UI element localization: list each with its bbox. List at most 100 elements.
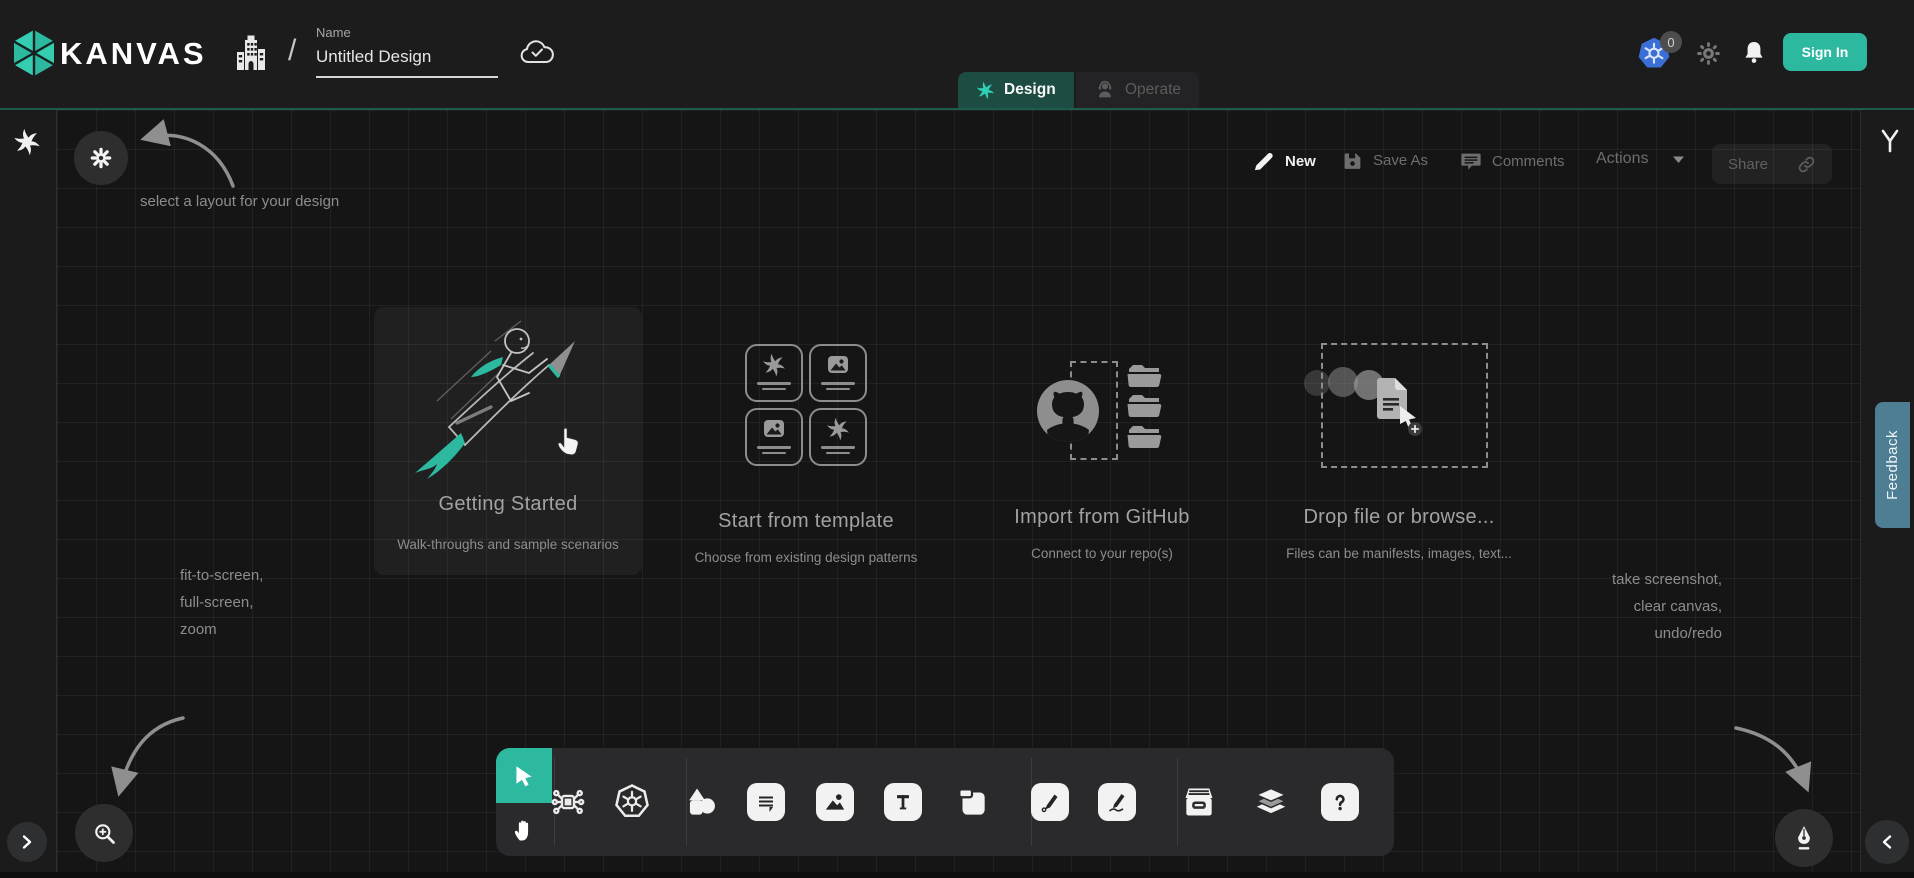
pencil-draw-icon xyxy=(1105,790,1129,814)
canvas-actions-button[interactable] xyxy=(1775,809,1833,867)
shapes-tool[interactable] xyxy=(682,783,720,821)
zoom-in-magnifier-icon xyxy=(91,820,118,847)
kanvas-logo-icon xyxy=(12,29,56,77)
layout-hint-arrow xyxy=(133,114,245,194)
layers-tool[interactable] xyxy=(1252,783,1290,821)
zoom-hint-text: fit-to-screen, full-screen, zoom xyxy=(180,562,263,643)
zoom-hint-arrow xyxy=(95,708,205,808)
template-grid-illustration xyxy=(745,344,867,466)
comment-bubble-icon xyxy=(754,790,778,814)
text-line xyxy=(762,452,786,455)
spiral-icon xyxy=(762,353,786,377)
text-tool[interactable] xyxy=(884,783,922,821)
diagram-nodes-icon xyxy=(549,782,587,822)
canvas-bottom-edge xyxy=(0,872,1914,878)
image-icon xyxy=(761,417,787,441)
actions-dropdown[interactable]: Actions xyxy=(1596,150,1685,168)
card-getting-started[interactable]: Getting Started Walk-throughs and sample… xyxy=(374,307,642,575)
expand-sidebar-button[interactable] xyxy=(7,822,47,862)
layout-asterisk-icon xyxy=(88,145,114,171)
comments-button[interactable]: Comments xyxy=(1460,150,1565,172)
card-drop-file[interactable]: Drop file or browse... Files can be mani… xyxy=(1265,332,1533,564)
notifications-bell-icon[interactable] xyxy=(1742,40,1766,66)
image-tool[interactable] xyxy=(816,783,854,821)
pencil-tool[interactable] xyxy=(1098,783,1136,821)
question-mark-icon xyxy=(1328,790,1352,814)
spiral-menu-icon[interactable] xyxy=(13,128,41,156)
yaml-branch-icon[interactable] xyxy=(1878,128,1902,154)
app-header: KANVAS / Name Untitled Design Design xyxy=(0,0,1914,108)
template-tile xyxy=(809,408,867,466)
chevron-left-icon xyxy=(1879,834,1895,850)
diagram-tool[interactable] xyxy=(549,783,587,821)
select-tool[interactable] xyxy=(496,748,552,803)
text-line xyxy=(821,382,855,385)
text-t-icon xyxy=(892,791,914,813)
cloud-saved-icon xyxy=(520,39,554,66)
hand-pan-icon xyxy=(510,816,538,844)
template-tile xyxy=(809,344,867,402)
save-as-button[interactable]: Save As xyxy=(1342,150,1428,171)
repo-folders-icon xyxy=(1126,363,1164,453)
layout-selector-button[interactable] xyxy=(74,131,128,185)
collapse-panel-button[interactable] xyxy=(1865,820,1909,864)
card-subtitle: Connect to your repo(s) xyxy=(968,546,1236,561)
pen-tool[interactable] xyxy=(1031,783,1069,821)
design-name-field: Name Untitled Design xyxy=(316,25,498,78)
tab-operate-label: Operate xyxy=(1125,81,1181,99)
text-line xyxy=(826,452,850,455)
save-as-label: Save As xyxy=(1373,152,1428,169)
design-name-input[interactable]: Untitled Design xyxy=(316,47,498,78)
kubernetes-wheel-icon xyxy=(613,781,651,823)
zoom-controls-button[interactable] xyxy=(75,804,133,862)
card-subtitle: Choose from existing design patterns xyxy=(672,550,940,565)
new-button[interactable]: New xyxy=(1252,150,1316,173)
text-line xyxy=(821,446,855,449)
hand-cursor-icon xyxy=(552,419,586,457)
status-badge: 0 xyxy=(1660,31,1682,53)
chevron-right-icon xyxy=(19,834,35,850)
sign-in-button[interactable]: Sign In xyxy=(1783,33,1867,71)
sticky-note-tool[interactable] xyxy=(953,783,991,821)
help-tool[interactable] xyxy=(1321,783,1359,821)
design-canvas[interactable]: Feedback New Save As Comments Actions Sh… xyxy=(0,108,1914,878)
card-subtitle: Walk-throughs and sample scenarios xyxy=(374,537,642,552)
toolbar-separator xyxy=(1177,758,1178,846)
tools-toolbar xyxy=(496,748,1394,856)
tab-design[interactable]: Design xyxy=(958,72,1074,108)
pencil-new-icon xyxy=(1252,150,1275,173)
operate-headset-icon xyxy=(1094,79,1116,101)
share-link-icon xyxy=(1797,155,1816,174)
feedback-tab[interactable]: Feedback xyxy=(1875,402,1910,528)
tab-operate[interactable]: Operate xyxy=(1076,72,1199,108)
card-title: Drop file or browse... xyxy=(1265,506,1533,529)
archive-tool[interactable] xyxy=(1180,783,1218,821)
screenshot-hint-text: take screenshot, clear canvas, undo/redo xyxy=(1540,566,1722,647)
organization-icon[interactable] xyxy=(232,34,270,74)
template-tile xyxy=(745,408,803,466)
cursor-select-icon xyxy=(511,763,537,789)
tab-design-label: Design xyxy=(1004,81,1056,99)
settings-gear-icon[interactable] xyxy=(1696,41,1721,66)
card-title: Import from GitHub xyxy=(968,506,1236,529)
card-start-from-template[interactable]: Start from template Choose from existing… xyxy=(672,332,940,564)
new-label: New xyxy=(1285,153,1316,170)
screenshot-hint-arrow xyxy=(1726,716,1831,801)
card-import-from-github[interactable]: Import from GitHub Connect to your repo(… xyxy=(968,332,1236,564)
shapes-icon xyxy=(682,782,720,822)
chevron-down-icon xyxy=(1672,155,1685,164)
actions-label: Actions xyxy=(1596,150,1648,168)
image-icon xyxy=(822,789,848,815)
card-title: Start from template xyxy=(672,510,940,533)
save-floppy-icon xyxy=(1342,150,1363,171)
image-icon xyxy=(825,353,851,377)
share-button[interactable]: Share xyxy=(1712,144,1832,184)
template-tile xyxy=(745,344,803,402)
spiral-icon xyxy=(826,417,850,441)
text-line xyxy=(757,446,791,449)
pan-tool[interactable] xyxy=(496,803,552,856)
drop-file-illustration xyxy=(1301,362,1431,472)
pen-nib-icon xyxy=(1791,824,1817,852)
comment-tool[interactable] xyxy=(747,783,785,821)
kubernetes-tool[interactable] xyxy=(613,783,651,821)
